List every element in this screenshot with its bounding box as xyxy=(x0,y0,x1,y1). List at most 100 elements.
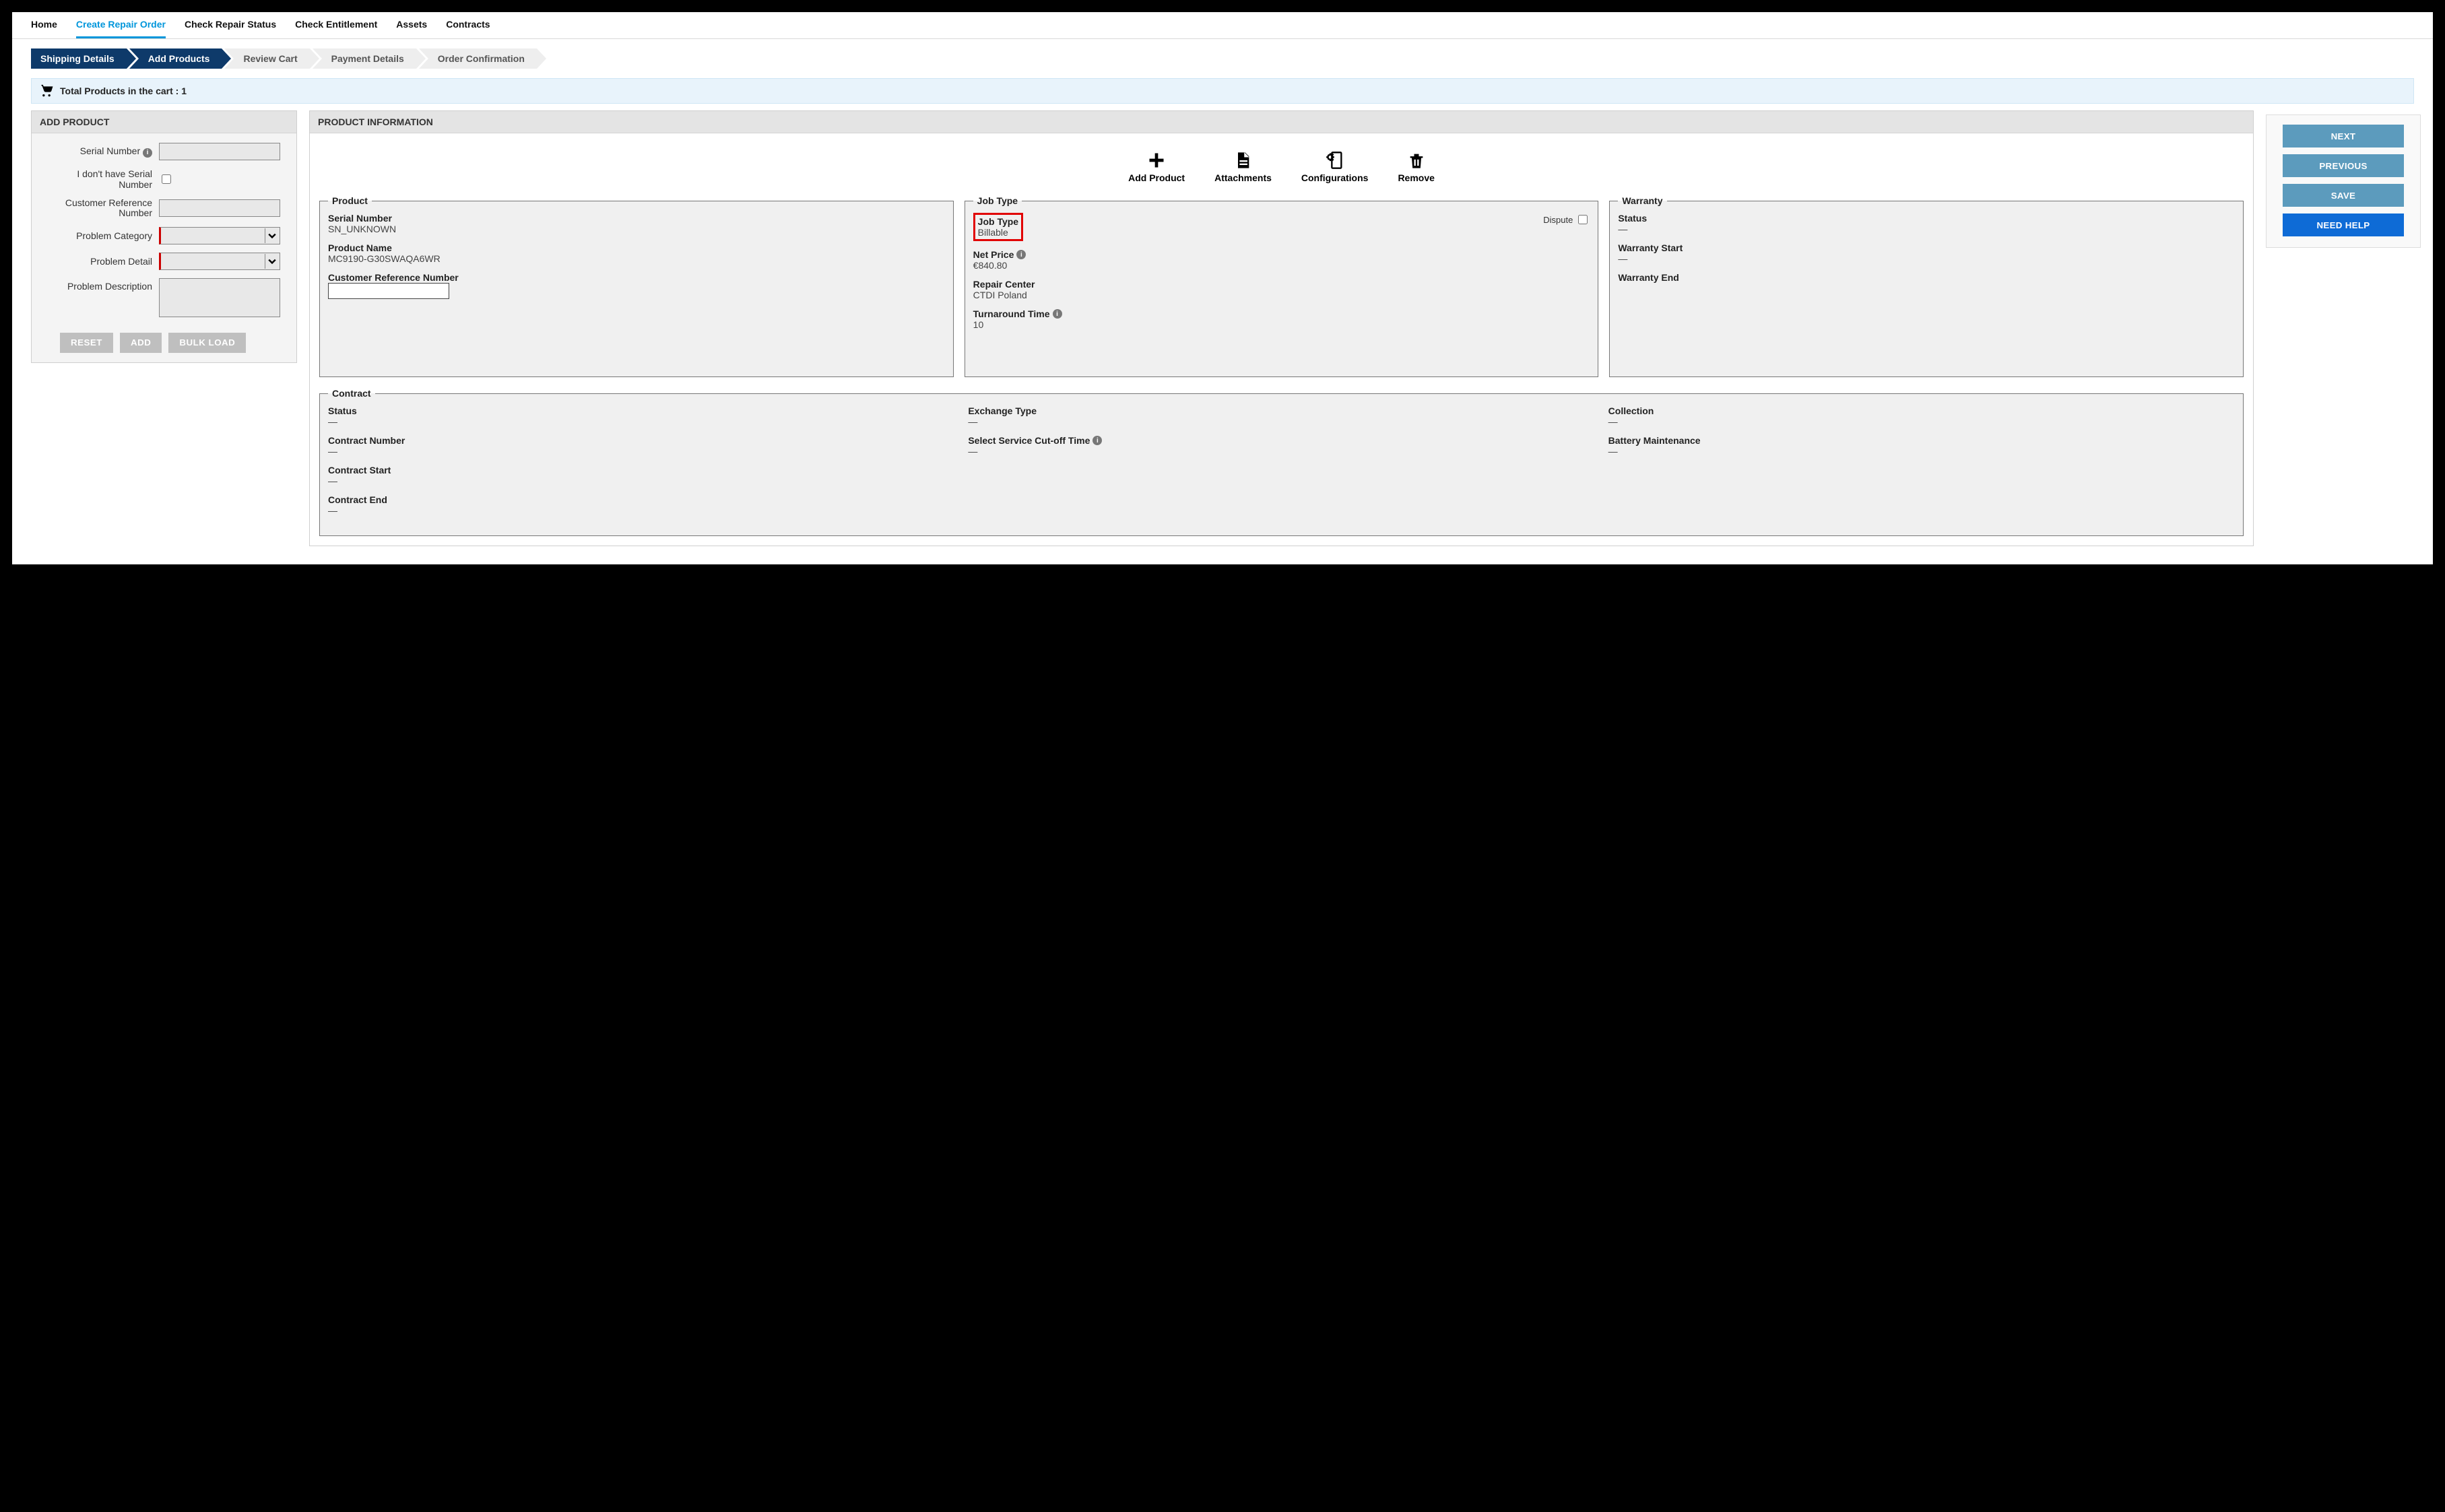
remove-tool[interactable]: Remove xyxy=(1398,150,1434,183)
repair-center-v: CTDI Poland xyxy=(973,290,1590,300)
job-type-legend: Job Type xyxy=(973,195,1022,206)
problem-description-textarea[interactable] xyxy=(159,278,280,317)
product-name-v: MC9190-G30SWAQA6WR xyxy=(328,253,945,264)
step-add-products[interactable]: Add Products xyxy=(129,48,222,69)
wizard-steps: Shipping Details Add Products Review Car… xyxy=(12,39,2433,69)
product-name-k: Product Name xyxy=(328,242,945,253)
info-icon[interactable]: i xyxy=(143,148,152,158)
add-product-tool[interactable]: Add Product xyxy=(1128,150,1185,183)
info-icon[interactable]: i xyxy=(1016,250,1026,259)
exchange-type-v: — xyxy=(968,416,1594,427)
warranty-status-k: Status xyxy=(1618,213,2235,224)
collection-k: Collection xyxy=(1608,405,2235,416)
problem-category-select[interactable] xyxy=(159,227,280,244)
contract-status-v: — xyxy=(328,416,954,427)
customer-ref-k: Customer Reference Number xyxy=(328,272,945,283)
warranty-end-k: Warranty End xyxy=(1618,272,2235,283)
job-type-fieldset: Job Type Job Type Billable Dispute xyxy=(965,195,1599,377)
customer-ref-field[interactable] xyxy=(328,283,449,299)
exchange-type-k: Exchange Type xyxy=(968,405,1594,416)
nav-contracts[interactable]: Contracts xyxy=(446,19,490,38)
product-fieldset: Product Serial NumberSN_UNKNOWN Product … xyxy=(319,195,954,377)
serial-number-label: Serial Number i xyxy=(41,145,159,158)
top-nav: Home Create Repair Order Check Repair St… xyxy=(12,12,2433,39)
action-buttons-panel: NEXT PREVIOUS SAVE NEED HELP xyxy=(2266,114,2421,248)
job-type-v: Billable xyxy=(978,227,1018,238)
problem-detail-label: Problem Detail xyxy=(41,256,159,267)
problem-detail-select[interactable] xyxy=(159,253,280,270)
dispute-checkbox[interactable] xyxy=(1578,215,1588,224)
chevron-down-icon xyxy=(265,228,278,243)
warranty-start-v: — xyxy=(1618,253,2235,264)
contract-number-v: — xyxy=(328,446,954,457)
step-payment-details[interactable]: Payment Details xyxy=(313,48,416,69)
contract-end-k: Contract End xyxy=(328,494,954,505)
add-product-title: ADD PRODUCT xyxy=(32,111,296,133)
product-legend: Product xyxy=(328,195,372,206)
product-information-panel: PRODUCT INFORMATION Add Product Attachme… xyxy=(309,110,2254,546)
plus-icon xyxy=(1128,150,1185,171)
save-button[interactable]: SAVE xyxy=(2283,184,2404,207)
contract-status-k: Status xyxy=(328,405,954,416)
add-product-panel: ADD PRODUCT Serial Number i I don't have… xyxy=(31,110,297,363)
nav-home[interactable]: Home xyxy=(31,19,57,38)
attachments-tool[interactable]: Attachments xyxy=(1214,150,1272,183)
turnaround-v: 10 xyxy=(973,319,1590,330)
contract-start-v: — xyxy=(328,475,954,486)
step-shipping-details[interactable]: Shipping Details xyxy=(31,48,127,69)
need-help-button[interactable]: NEED HELP xyxy=(2283,213,2404,236)
job-type-highlight: Job Type Billable xyxy=(973,213,1023,241)
step-review-cart[interactable]: Review Cart xyxy=(224,48,309,69)
contract-end-v: — xyxy=(328,505,954,516)
turnaround-k: Turnaround Time i xyxy=(973,308,1590,319)
cart-summary-bar: Total Products in the cart : 1 xyxy=(31,78,2414,104)
info-icon[interactable]: i xyxy=(1093,436,1102,445)
step-order-confirmation[interactable]: Order Confirmation xyxy=(419,48,537,69)
info-icon[interactable]: i xyxy=(1053,309,1062,319)
repair-center-k: Repair Center xyxy=(973,279,1590,290)
previous-button[interactable]: PREVIOUS xyxy=(2283,154,2404,177)
warranty-fieldset: Warranty Status— Warranty Start— Warrant… xyxy=(1609,195,2244,377)
document-icon xyxy=(1214,150,1272,171)
dispute-label: Dispute xyxy=(1543,215,1573,225)
warranty-start-k: Warranty Start xyxy=(1618,242,2235,253)
contract-start-k: Contract Start xyxy=(328,465,954,475)
cutoff-k: Select Service Cut-off Time i xyxy=(968,435,1594,446)
cutoff-v: — xyxy=(968,446,1594,457)
serial-number-v: SN_UNKNOWN xyxy=(328,224,945,234)
customer-ref-input[interactable] xyxy=(159,199,280,217)
net-price-k: Net Price i xyxy=(973,249,1590,260)
problem-description-label: Problem Description xyxy=(41,278,159,292)
contract-fieldset: Contract Status— Exchange Type— Collecti… xyxy=(319,388,2244,536)
chevron-down-icon xyxy=(265,254,278,269)
bulk-load-button[interactable]: BULK LOAD xyxy=(168,333,246,353)
contract-legend: Contract xyxy=(328,388,375,399)
trash-icon xyxy=(1398,150,1434,171)
collection-v: — xyxy=(1608,416,2235,427)
next-button[interactable]: NEXT xyxy=(2283,125,2404,147)
problem-category-label: Problem Category xyxy=(41,230,159,241)
warranty-legend: Warranty xyxy=(1618,195,1666,206)
customer-ref-label: Customer Reference Number xyxy=(41,198,159,219)
product-info-toolbar: Add Product Attachments Configurations xyxy=(319,143,2244,195)
warranty-status-v: — xyxy=(1618,224,2235,234)
serial-number-input[interactable] xyxy=(159,143,280,160)
cart-icon xyxy=(40,84,53,98)
product-information-title: PRODUCT INFORMATION xyxy=(310,111,2253,133)
contract-number-k: Contract Number xyxy=(328,435,954,446)
nav-check-repair-status[interactable]: Check Repair Status xyxy=(185,19,276,38)
cart-summary-text: Total Products in the cart : 1 xyxy=(60,86,187,96)
add-button[interactable]: ADD xyxy=(120,333,162,353)
net-price-v: €840.80 xyxy=(973,260,1590,271)
battery-k: Battery Maintenance xyxy=(1608,435,2235,446)
nav-check-entitlement[interactable]: Check Entitlement xyxy=(295,19,377,38)
nav-assets[interactable]: Assets xyxy=(396,19,427,38)
no-serial-checkbox[interactable] xyxy=(162,174,171,184)
nav-create-repair-order[interactable]: Create Repair Order xyxy=(76,19,166,38)
job-type-k: Job Type xyxy=(978,216,1018,227)
no-serial-label: I don't have Serial Number xyxy=(41,168,159,190)
gear-device-icon xyxy=(1301,150,1369,171)
reset-button[interactable]: RESET xyxy=(60,333,113,353)
configurations-tool[interactable]: Configurations xyxy=(1301,150,1369,183)
serial-number-k: Serial Number xyxy=(328,213,945,224)
